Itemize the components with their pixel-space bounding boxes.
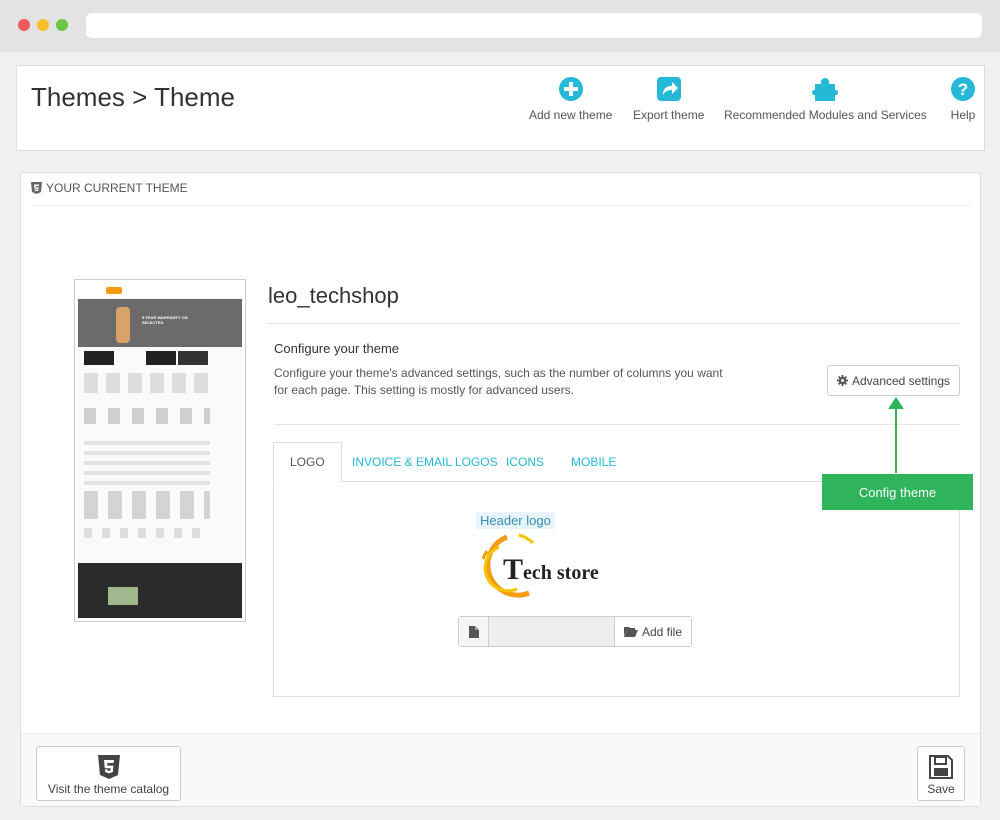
export-theme-label: Export theme: [633, 108, 705, 122]
visit-theme-catalog-button[interactable]: Visit the theme catalog: [36, 746, 181, 801]
configure-theme-description: Configure your theme's advanced settings…: [274, 366, 723, 397]
logo-file-upload: Add file: [458, 616, 692, 647]
tab-invoice-email-logos-label: INVOICE & EMAIL LOGOS: [352, 455, 498, 469]
store-logo-image: T ech store: [473, 529, 613, 610]
svg-text:?: ?: [958, 80, 968, 99]
tab-icons[interactable]: ICONS: [490, 442, 560, 482]
divider: [31, 205, 971, 206]
help-button[interactable]: ? Help: [950, 76, 976, 122]
tab-mobile-label: MOBILE: [571, 455, 617, 469]
logo-text: ech store: [523, 562, 599, 584]
save-button[interactable]: Save: [917, 746, 965, 801]
file-icon: [459, 617, 489, 646]
gear-icon: [836, 375, 848, 386]
configure-theme-title: Configure your theme: [274, 341, 400, 356]
tab-invoice-email-logos[interactable]: INVOICE & EMAIL LOGOS: [336, 442, 514, 482]
config-theme-callout: Config theme: [822, 474, 973, 510]
plus-circle-icon: [558, 77, 583, 101]
logo-letter-t: T: [503, 553, 523, 586]
add-new-theme-button[interactable]: Add new theme: [529, 76, 612, 122]
panel-footer: Visit the theme catalog Save: [21, 733, 980, 806]
save-label: Save: [927, 782, 955, 796]
tab-mobile[interactable]: MOBILE: [555, 442, 632, 482]
panel-heading: YOUR CURRENT THEME: [31, 181, 188, 195]
add-file-button[interactable]: Add file: [615, 617, 691, 646]
file-name-field[interactable]: [489, 617, 615, 646]
page-header: Themes > Theme Add new theme Export them…: [16, 65, 985, 151]
html5-icon: [31, 182, 42, 194]
add-new-theme-label: Add new theme: [529, 108, 613, 122]
tab-logo[interactable]: LOGO: [273, 442, 342, 482]
theme-name: leo_techshop: [268, 283, 399, 308]
current-theme-panel: YOUR CURRENT THEME 5 YEAR WARRANTY ON SE…: [20, 172, 981, 807]
recommended-modules-label: Recommended Modules and Services: [724, 108, 927, 122]
header-logo-label: Header logo: [476, 512, 555, 529]
annotation-arrow: [888, 397, 904, 473]
help-label: Help: [950, 108, 976, 122]
save-icon: [929, 755, 953, 779]
recommended-modules-button[interactable]: Recommended Modules and Services: [724, 76, 927, 122]
share-icon: [656, 77, 681, 101]
folder-open-icon: [623, 627, 638, 637]
divider: [268, 323, 960, 324]
address-bar[interactable]: [86, 13, 982, 38]
puzzle-icon: [812, 78, 839, 101]
close-window-dot[interactable]: [18, 19, 30, 31]
preview-banner-text: 5 YEAR WARRANTY ON SELECTED: [142, 315, 188, 325]
maximize-window-dot[interactable]: [56, 19, 68, 31]
advanced-settings-label: Advanced settings: [851, 373, 951, 388]
theme-preview-thumbnail: 5 YEAR WARRANTY ON SELECTED: [74, 279, 246, 622]
browser-chrome: [0, 0, 1000, 52]
visit-theme-catalog-label: Visit the theme catalog: [47, 782, 170, 796]
html5-icon: [97, 755, 120, 779]
tab-icons-label: ICONS: [506, 455, 545, 469]
panel-heading-label: YOUR CURRENT THEME: [46, 181, 188, 195]
minimize-window-dot[interactable]: [37, 19, 49, 31]
divider: [274, 424, 960, 425]
tab-content: [273, 481, 960, 697]
page-title: Themes > Theme: [31, 82, 236, 112]
add-file-label: Add file: [641, 624, 683, 639]
export-theme-button[interactable]: Export theme: [633, 76, 704, 122]
help-icon: ?: [951, 77, 975, 101]
tab-logo-label: LOGO: [290, 455, 325, 469]
advanced-settings-button[interactable]: Advanced settings: [827, 365, 960, 396]
